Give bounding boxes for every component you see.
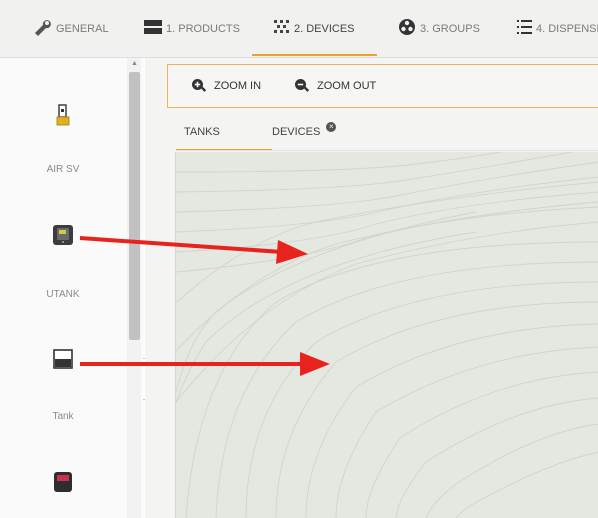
tab-products-label: 1. PRODUCTS xyxy=(166,22,240,35)
subtab-tanks-label: TANKS xyxy=(184,126,220,138)
palette-scrollbar-thumb[interactable] xyxy=(129,72,140,340)
list-icon xyxy=(517,20,532,37)
air-sv-device-icon xyxy=(56,104,70,126)
tab-devices-label: 2. DEVICES xyxy=(294,22,355,35)
dispenser-device-icon xyxy=(54,472,72,492)
tab-dispense[interactable]: 4. DISPENSE xyxy=(517,0,598,57)
canvas-grid-curves xyxy=(176,152,598,518)
subtab-divider xyxy=(175,150,598,151)
close-tab-icon[interactable]: × xyxy=(326,122,337,132)
palette-item-tank[interactable] xyxy=(0,349,126,374)
tank-device-icon xyxy=(53,349,73,369)
subtab-devices-label: DEVICES xyxy=(272,126,321,138)
palette-item-utank[interactable] xyxy=(0,225,126,250)
palette-item-tank-label: Tank xyxy=(52,411,74,422)
utank-device-icon xyxy=(53,225,73,245)
palette-item-dispenser[interactable] xyxy=(0,472,126,497)
tab-devices[interactable]: 2. DEVICES xyxy=(252,0,377,57)
tab-groups-label: 3. GROUPS xyxy=(420,22,480,35)
design-canvas[interactable] xyxy=(175,152,598,518)
tab-products[interactable]: 1. PRODUCTS xyxy=(144,0,240,57)
scroll-up-arrow-icon[interactable]: ▲ xyxy=(131,60,138,67)
tab-general-label: GENERAL xyxy=(56,22,109,35)
zoom-out-label: ZOOM OUT xyxy=(317,80,377,92)
zoom-in-icon xyxy=(192,79,207,92)
palette-item-air-sv-label: AIR SV xyxy=(46,164,80,175)
zoom-toolbar: ZOOM IN ZOOM OUT xyxy=(167,64,598,108)
palette-item-air-sv[interactable] xyxy=(0,104,126,131)
groups-icon xyxy=(398,18,416,39)
products-icon xyxy=(144,20,162,37)
top-tab-bar: GENERAL 1. PRODUCTS 2. DEVICES 3. GROUPS… xyxy=(0,0,598,58)
subtab-devices[interactable]: DEVICES × xyxy=(272,122,337,150)
zoom-in-label: ZOOM IN xyxy=(214,80,262,92)
palette-item-utank-label: UTANK xyxy=(46,289,80,300)
zoom-out-icon xyxy=(295,79,310,92)
tab-general[interactable]: GENERAL xyxy=(32,0,109,57)
subtab-tanks[interactable]: TANKS xyxy=(176,126,272,151)
devices-icon xyxy=(274,20,290,37)
tab-dispense-label: 4. DISPENSE xyxy=(536,22,598,35)
wrench-icon xyxy=(32,18,52,39)
zoom-out-button[interactable]: ZOOM OUT xyxy=(294,65,376,107)
zoom-in-button[interactable]: ZOOM IN xyxy=(191,65,261,107)
tab-groups[interactable]: 3. GROUPS xyxy=(398,0,480,57)
